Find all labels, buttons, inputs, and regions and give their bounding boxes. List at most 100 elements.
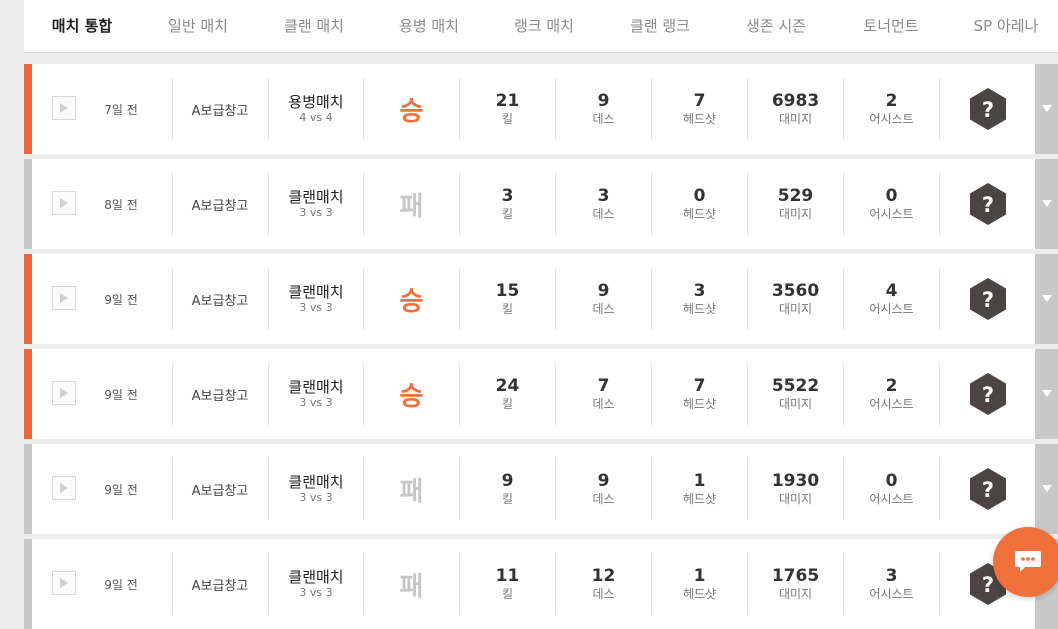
kill-cell: 9킬 <box>460 444 555 534</box>
replay-button[interactable] <box>52 96 76 120</box>
column-divider <box>747 268 748 330</box>
assist-value: 0 <box>885 471 898 491</box>
match-row[interactable]: 9일 전 A보급창고 클랜매치 3 vs 3 패 11 킬 12 데스 1 헤드샷 1765 대미지 3 어… <box>24 539 1058 629</box>
map-name: A보급창고 <box>191 578 249 594</box>
column-divider <box>363 363 364 425</box>
column-divider <box>172 78 173 140</box>
column-divider <box>555 268 556 330</box>
match-date: 9일 전 <box>104 292 138 307</box>
match-mode: 3 vs 3 <box>299 301 333 314</box>
damage-label: 대미지 <box>778 587 813 601</box>
death-label: 데스 <box>592 112 615 126</box>
replay-button[interactable] <box>52 286 76 310</box>
column-divider <box>747 173 748 235</box>
tab-7[interactable]: 토너먼트 <box>836 0 946 52</box>
damage-cell: 6983 대미지 <box>748 64 843 154</box>
column-divider <box>939 78 940 140</box>
replay-button[interactable] <box>52 381 76 405</box>
column-divider <box>651 268 652 330</box>
match-type-cell: 클랜매치 3 vs 3 <box>269 254 363 344</box>
tab-0[interactable]: 매치 통합 <box>27 0 137 52</box>
tab-6[interactable]: 생존 시즌 <box>721 0 831 52</box>
tab-4[interactable]: 랭크 매치 <box>489 0 599 52</box>
match-date-cell: 9일 전 <box>94 444 148 534</box>
assist-label: 어시스트 <box>869 302 914 316</box>
column-divider <box>939 458 940 520</box>
result-stripe <box>24 539 32 629</box>
match-tabs: 매치 통합 일반 매치 클랜 매치 용병 매치 랭크 매치 클랜 랭크 생존 시즌 토너먼트 S… <box>24 0 1058 53</box>
chevron-down-icon <box>1042 485 1052 492</box>
result-stripe <box>24 349 32 439</box>
death-label: 데스 <box>592 397 615 411</box>
assist-value: 2 <box>885 376 898 396</box>
badge-text: ? <box>981 288 993 312</box>
match-row[interactable]: 9일 전 A보급창고 클랜매치 3 vs 3 승 24 킬 7 데스 7 헤드샷 5522 대미지 2 어시… <box>24 349 1058 439</box>
map-name: A보급창고 <box>191 103 249 119</box>
match-row[interactable]: 8일 전 A보급창고 클랜매치 3 vs 3 패 3 킬 3 데스 0 헤드샷 529 대미지 0 어시스트… <box>24 159 1058 249</box>
column-divider <box>843 268 844 330</box>
expand-button[interactable] <box>1035 159 1058 249</box>
match-type-cell: 클랜매치 3 vs 3 <box>269 159 363 249</box>
headshot-value: 0 <box>693 186 706 206</box>
damage-value: 529 <box>777 186 814 206</box>
column-divider <box>843 458 844 520</box>
headshot-value: 1 <box>693 566 706 586</box>
replay-button[interactable] <box>52 476 76 500</box>
match-row[interactable]: 7일 전 A보급창고 용병매치 4 vs 4 승 21 킬 9 데스 7 헤드샷 6983 대미지 2 어시… <box>24 64 1058 154</box>
headshot-label: 헤드샷 <box>682 302 717 316</box>
kill-cell: 15 킬 <box>460 254 555 344</box>
map-cell: A보급창고 <box>176 254 264 344</box>
death-value: 3 <box>597 186 610 206</box>
match-date: 8일 전 <box>104 197 138 212</box>
match-row[interactable]: 9일 전 A보급창고 클랜매치 3 vs 3 승 15 킬 9 데스 3 헤드샷 3560 대미지 4 어시… <box>24 254 1058 344</box>
column-divider <box>172 173 173 235</box>
damage-label: 대미지 <box>778 112 813 126</box>
column-divider <box>555 458 556 520</box>
column-divider <box>747 363 748 425</box>
expand-button[interactable] <box>1035 349 1058 439</box>
column-divider <box>268 458 269 520</box>
match-row[interactable]: 9일 전 A보급창고 클랜매치 3 vs 3 패 9 킬 9 데스 1 헤드샷 1930 대미지 0 어시스… <box>24 444 1058 534</box>
chat-button[interactable] <box>993 527 1058 597</box>
death-cell: 9 데스 <box>556 64 651 154</box>
death-label: 데스 <box>592 587 615 601</box>
replay-button[interactable] <box>52 571 76 595</box>
damage-label: 대미지 <box>778 302 813 316</box>
tab-1[interactable]: 일반 매치 <box>143 0 253 52</box>
result-stripe <box>24 64 32 154</box>
damage-value: 3560 <box>771 281 820 301</box>
death-cell: 12 데스 <box>556 539 651 629</box>
play-icon <box>60 483 68 493</box>
hexagon-badge-icon: ? <box>969 88 1006 130</box>
damage-value: 5522 <box>771 376 820 396</box>
match-mode: 3 vs 3 <box>299 396 333 409</box>
expand-button[interactable] <box>1035 254 1058 344</box>
map-name: A보급창고 <box>191 293 249 309</box>
assist-value: 3 <box>885 566 898 586</box>
badge-text: ? <box>981 383 993 407</box>
result-cell: 패 <box>364 159 459 249</box>
tab-2[interactable]: 클랜 매치 <box>259 0 369 52</box>
match-type: 클랜매치 <box>288 568 344 586</box>
play-icon <box>60 198 68 208</box>
tab-8[interactable]: SP 아레나 <box>951 0 1058 52</box>
result-stripe <box>24 444 32 534</box>
expand-button[interactable] <box>1035 64 1058 154</box>
death-value: 9 <box>597 281 610 301</box>
tab-5[interactable]: 클랜 랭크 <box>605 0 715 52</box>
column-divider <box>555 553 556 615</box>
match-result: 패 <box>399 571 424 602</box>
kill-value: 9 <box>501 471 514 491</box>
replay-button[interactable] <box>52 191 76 215</box>
result-cell: 승 <box>364 64 459 154</box>
assist-value: 2 <box>885 91 898 111</box>
column-divider <box>651 553 652 615</box>
expand-button[interactable] <box>1035 444 1058 534</box>
hexagon-badge-icon: ? <box>969 468 1006 510</box>
headshot-label: 헤드샷 <box>682 492 717 506</box>
tab-3[interactable]: 용병 매치 <box>374 0 484 52</box>
match-type: 클랜매치 <box>288 283 344 301</box>
match-type-cell: 클랜매치 3 vs 3 <box>269 539 363 629</box>
assist-label: 어시스트 <box>869 207 914 221</box>
assist-cell: 4 어시스트 <box>844 254 939 344</box>
